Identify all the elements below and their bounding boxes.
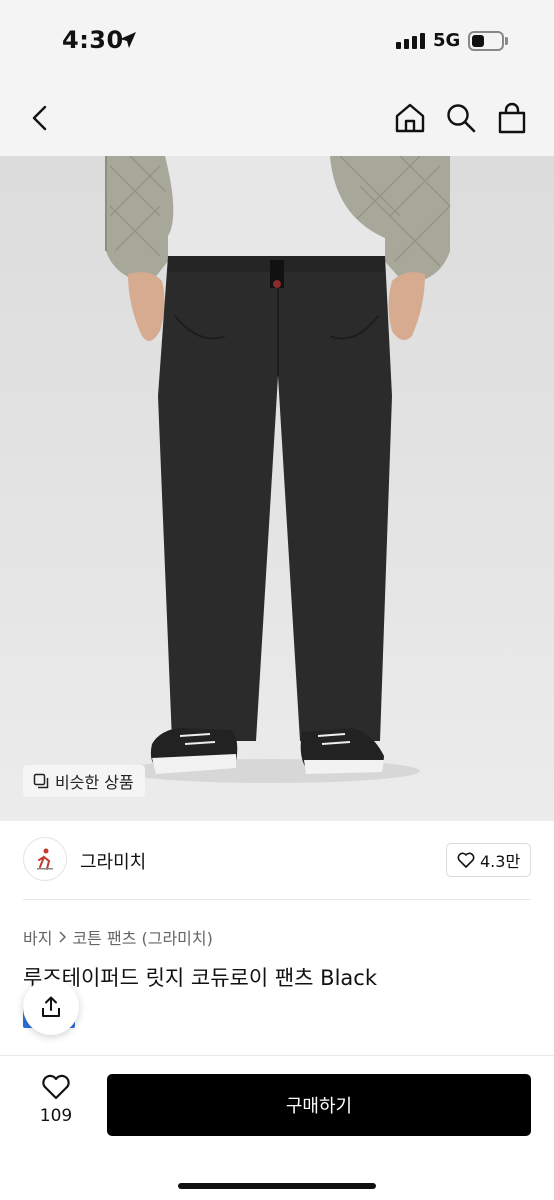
product-title: 루즈테이퍼드 릿지 코듀로이 팬츠 Black <box>23 966 377 990</box>
status-time: 4:30 <box>62 26 124 54</box>
divider <box>23 899 531 900</box>
similar-products-button[interactable]: 비슷한 상품 <box>23 765 145 797</box>
bottom-action-bar: 109 구매하기 <box>0 1055 554 1200</box>
status-bar: 4:30 5G <box>0 0 554 80</box>
battery-icon <box>468 31 504 51</box>
nav-bar <box>0 80 554 156</box>
share-icon <box>42 996 60 1017</box>
share-button[interactable] <box>23 979 79 1035</box>
heart-icon <box>457 852 475 868</box>
similar-products-label: 비슷한 상품 <box>55 773 134 792</box>
product-image[interactable] <box>0 156 554 821</box>
wish-count: 109 <box>39 1106 73 1126</box>
search-icon <box>447 104 476 133</box>
brand-like-button[interactable]: 4.3만 <box>446 843 532 877</box>
breadcrumb-category[interactable]: 바지 <box>23 925 52 949</box>
signal-icon <box>396 33 425 49</box>
home-button[interactable] <box>394 102 426 134</box>
product-photo-illustration <box>105 156 451 783</box>
brand-logo[interactable] <box>23 837 67 881</box>
heart-icon <box>42 1074 70 1100</box>
breadcrumb-subcategory[interactable]: 코튼 팬츠 (그라미치) <box>72 925 212 949</box>
shopping-bag-icon <box>498 102 526 134</box>
home-indicator <box>178 1183 376 1189</box>
copy-icon <box>33 773 49 789</box>
cart-button[interactable] <box>496 102 528 134</box>
chevron-left-icon <box>32 105 47 131</box>
battery-cap <box>505 37 508 45</box>
brand-logo-icon <box>37 848 53 870</box>
network-label: 5G <box>433 30 461 51</box>
brand-name[interactable]: 그라미치 <box>80 848 146 874</box>
home-icon <box>395 103 425 133</box>
chevron-right-icon <box>59 931 67 943</box>
buy-button[interactable]: 구매하기 <box>107 1074 531 1136</box>
wish-button[interactable]: 109 <box>30 1074 82 1126</box>
brand-row: 그라미치 4.3만 <box>0 821 554 901</box>
search-button[interactable] <box>445 102 477 134</box>
back-button[interactable] <box>24 102 56 134</box>
breadcrumb: 바지 코튼 팬츠 (그라미치) <box>23 925 213 949</box>
brand-like-count: 4.3만 <box>480 852 521 871</box>
location-arrow-icon <box>120 32 136 48</box>
